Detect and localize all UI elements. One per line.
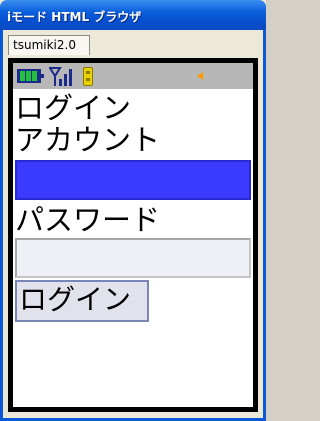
device-area: ログイン アカウント パスワード ログイン bbox=[3, 56, 263, 418]
arrow-left-icon bbox=[197, 72, 203, 80]
phone-screen-frame: ログイン アカウント パスワード ログイン bbox=[8, 58, 258, 412]
window-frame-right bbox=[263, 30, 266, 421]
page-title: ログイン bbox=[15, 91, 132, 125]
account-input[interactable] bbox=[15, 160, 251, 200]
password-label: パスワード bbox=[15, 203, 161, 237]
battery-icon bbox=[17, 69, 44, 83]
status-bar bbox=[13, 63, 253, 89]
title-bar[interactable]: iモード HTML ブラウザ bbox=[0, 0, 266, 30]
login-button[interactable]: ログイン bbox=[15, 280, 149, 322]
window-title: iモード HTML ブラウザ bbox=[7, 10, 142, 24]
account-label: アカウント bbox=[15, 123, 161, 157]
password-input[interactable] bbox=[15, 238, 251, 278]
phone-screen: ログイン アカウント パスワード ログイン bbox=[13, 63, 253, 407]
tab-strip: tsumiki2.0 bbox=[3, 30, 263, 56]
phone-icon bbox=[83, 67, 93, 86]
signal-icon bbox=[49, 67, 72, 86]
tab-tsumiki[interactable]: tsumiki2.0 bbox=[8, 35, 90, 55]
browser-window: iモード HTML ブラウザ tsumiki2.0 ログイン アカウント パスワ… bbox=[0, 0, 266, 421]
